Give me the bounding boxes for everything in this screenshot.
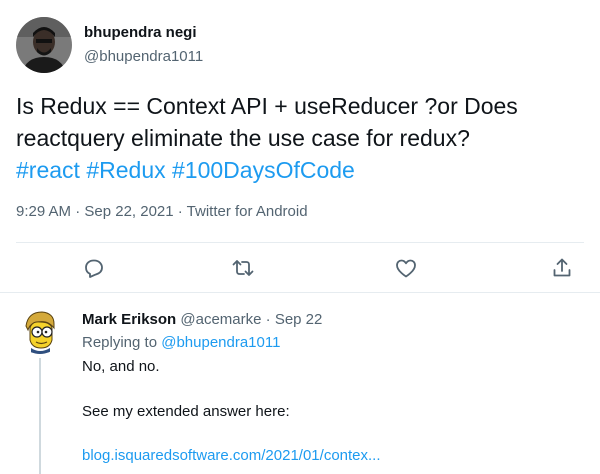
tweet-page: bhupendra negi @bhupendra1011 Is Redux =… — [0, 0, 600, 474]
reply-text-line-1: No, and no. — [82, 358, 160, 375]
hashtag-react[interactable]: #react — [16, 157, 80, 183]
author-avatar[interactable] — [16, 17, 72, 73]
thread-line — [39, 358, 41, 474]
divider — [16, 242, 584, 243]
share-icon — [553, 258, 571, 277]
reply-author-handle[interactable]: @acemarke — [180, 311, 261, 328]
reply-author-avatar[interactable] — [16, 306, 64, 354]
hashtag-redux[interactable]: #Redux — [86, 157, 165, 183]
hashtag-100daysofcode[interactable]: #100DaysOfCode — [172, 157, 355, 183]
cartoon-avatar-icon — [16, 306, 64, 354]
tweet-text-line-2: reactquery eliminate the use case for re… — [16, 125, 470, 151]
reply-author-name[interactable]: Mark Erikson — [82, 311, 176, 328]
tweet-text-line-1: Is Redux == Context API + useReducer ?or… — [16, 93, 518, 119]
tweet-hashtags: #react #Redux #100DaysOfCode — [16, 154, 586, 186]
reply-text-line-2: See my extended answer here: — [82, 403, 290, 420]
retweet-icon — [232, 260, 254, 276]
heart-icon — [396, 259, 416, 278]
author-handle[interactable]: @bhupendra1011 — [84, 48, 203, 65]
tweet-actions — [0, 250, 600, 286]
reply-icon — [85, 259, 103, 278]
reply-date[interactable]: Sep 22 — [275, 311, 323, 328]
tweet-timestamp[interactable]: 9:29 AM · Sep 22, 2021 · Twitter for And… — [16, 203, 308, 220]
author-photo-icon — [16, 17, 72, 73]
like-button[interactable] — [392, 254, 420, 282]
reply-button[interactable] — [80, 254, 108, 282]
divider — [0, 292, 600, 293]
reply-header: Mark Erikson @acemarke · Sep 22 — [82, 311, 322, 328]
reply-link[interactable]: blog.isquaredsoftware.com/2021/01/contex… — [82, 447, 381, 464]
tweet-text: Is Redux == Context API + useReducer ?or… — [16, 90, 586, 186]
replying-to-mention[interactable]: @bhupendra1011 — [161, 334, 280, 351]
author-name[interactable]: bhupendra negi — [84, 24, 197, 41]
share-button[interactable] — [548, 254, 576, 282]
replying-to: Replying to @bhupendra1011 — [82, 334, 280, 351]
retweet-button[interactable] — [229, 254, 257, 282]
reply-separator: · — [265, 311, 271, 328]
replying-to-label: Replying to — [82, 334, 158, 351]
